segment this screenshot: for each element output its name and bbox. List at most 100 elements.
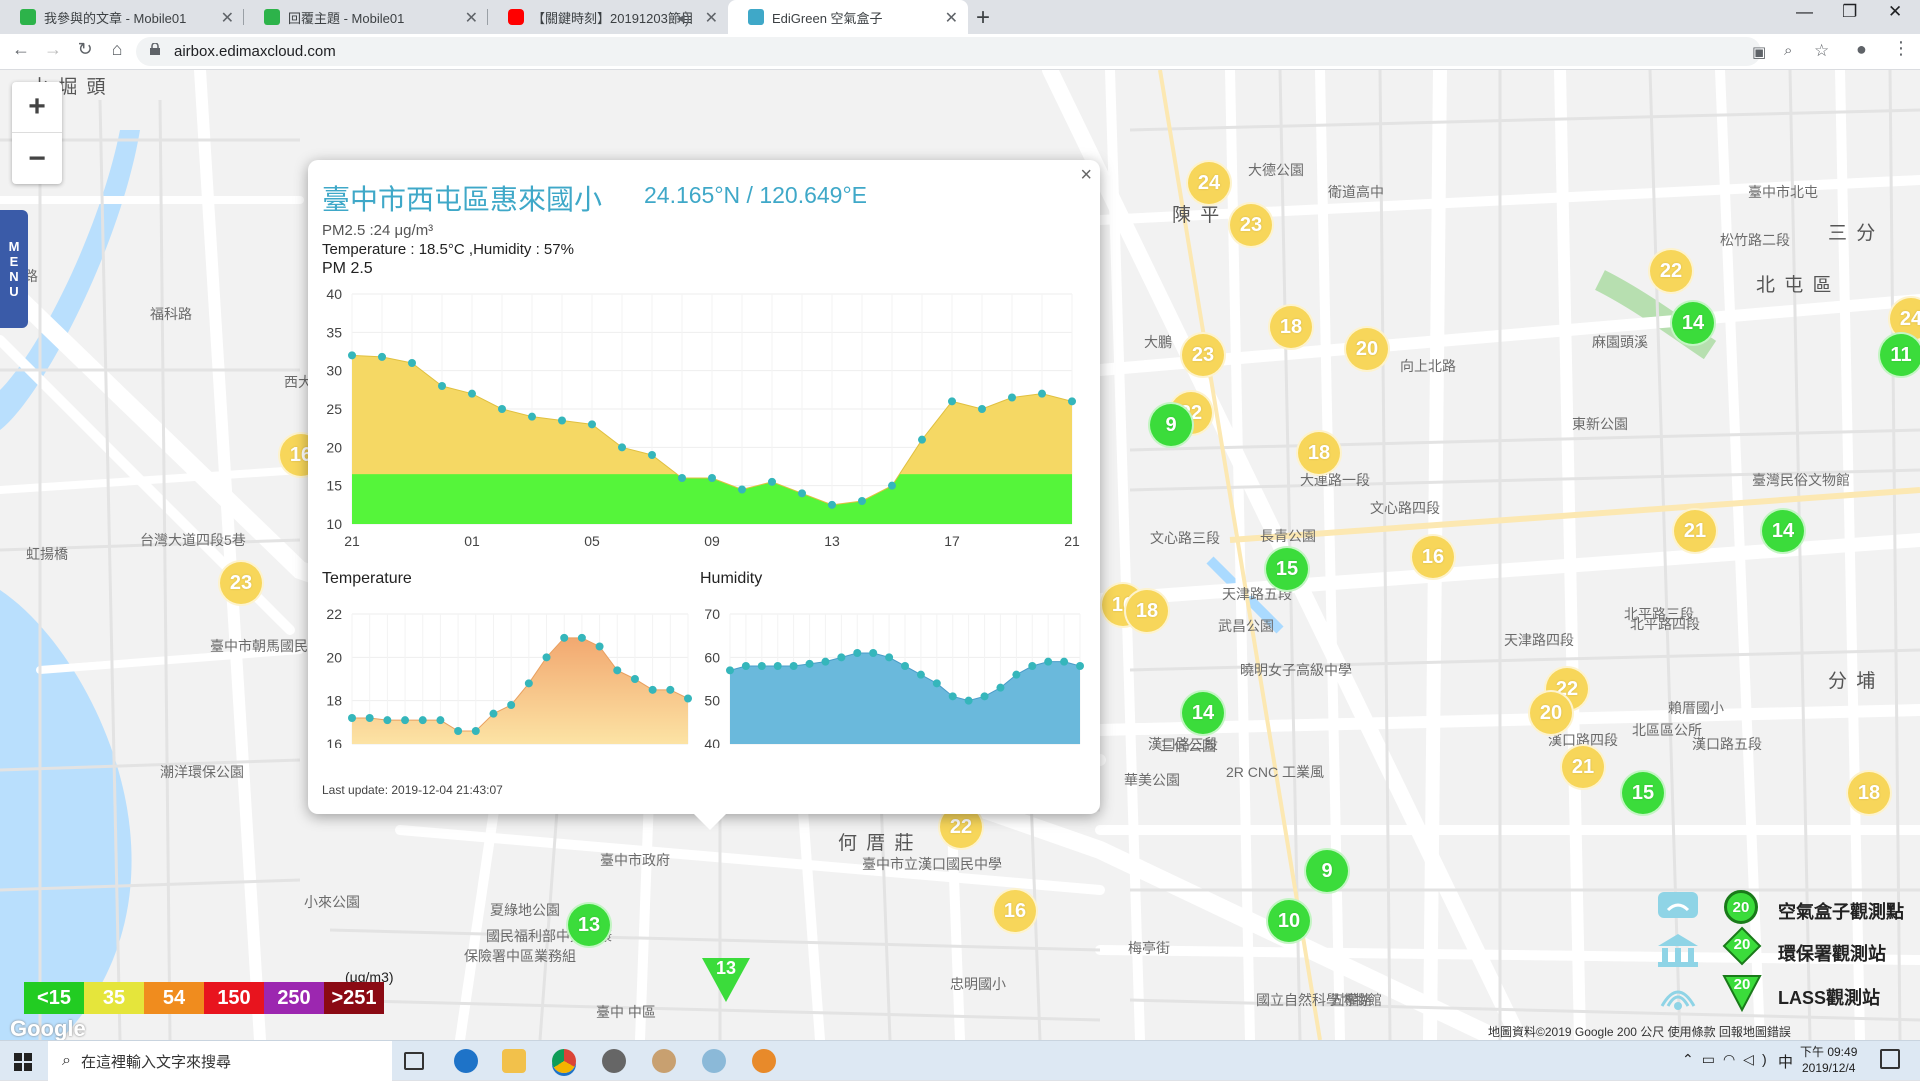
- tab-youtube[interactable]: 【關鍵時刻】20191203節目 ◂) ✕: [488, 0, 728, 34]
- tab-edigreen[interactable]: EdiGreen 空氣盒子 ✕: [728, 0, 968, 34]
- map-label: 五權路: [1330, 992, 1372, 1008]
- map-label: 華美公園: [1124, 772, 1180, 788]
- station-marker[interactable]: 18: [1296, 430, 1342, 476]
- restore-button[interactable]: ❐: [1842, 2, 1857, 22]
- zoom-out-button[interactable]: −: [12, 133, 62, 184]
- station-marker[interactable]: 20: [1344, 326, 1390, 372]
- app-icon[interactable]: [602, 1049, 626, 1073]
- data-point: [438, 382, 446, 390]
- translate-icon[interactable]: ▣: [1752, 43, 1766, 61]
- edge-icon[interactable]: [454, 1049, 478, 1073]
- tab-mobile01-reply[interactable]: 回覆主題 - Mobile01 ✕: [244, 0, 488, 34]
- data-point: [837, 653, 846, 662]
- x-tick-label: 01: [464, 533, 480, 549]
- close-popup-button[interactable]: ×: [1080, 164, 1092, 187]
- speaker-icon[interactable]: ◂): [677, 8, 690, 28]
- system-tray-icons[interactable]: ⌃▭◠◁): [1682, 1051, 1775, 1068]
- close-icon[interactable]: ✕: [705, 8, 718, 28]
- address-bar[interactable]: airbox.edimaxcloud.com ▣ ⌕ ☆: [136, 37, 1829, 66]
- notification-icon[interactable]: [1880, 1049, 1900, 1069]
- ime-indicator[interactable]: 中: [1778, 1051, 1793, 1072]
- data-point: [798, 489, 806, 498]
- menu-letter: E: [9, 254, 19, 269]
- y-tick-label: 70: [704, 606, 720, 622]
- close-icon[interactable]: ✕: [221, 8, 234, 28]
- y-tick-label: 35: [326, 324, 342, 340]
- taskbar-search[interactable]: ⌕ 在這裡輸入文字來搜尋: [48, 1041, 392, 1081]
- station-marker[interactable]: 14: [1180, 690, 1226, 736]
- close-icon[interactable]: ✕: [945, 8, 958, 28]
- blender-icon[interactable]: [752, 1049, 776, 1073]
- station-marker[interactable]: 23: [1180, 332, 1226, 378]
- chrome-icon[interactable]: [552, 1049, 576, 1073]
- y-tick-label: 25: [326, 401, 342, 417]
- task-view-icon[interactable]: [404, 1052, 424, 1070]
- menu-kebab-icon[interactable]: ⋮: [1892, 38, 1910, 59]
- map-label: 向上北路: [1400, 358, 1456, 374]
- station-marker[interactable]: 11: [1878, 332, 1920, 378]
- zoom-in-button[interactable]: +: [12, 82, 62, 133]
- map-label: 夏綠地公園: [490, 902, 560, 918]
- station-marker[interactable]: 23: [1228, 202, 1274, 248]
- station-marker[interactable]: 21: [1560, 744, 1606, 790]
- star-icon[interactable]: ☆: [1814, 41, 1829, 61]
- menu-letter: U: [9, 284, 19, 299]
- station-marker[interactable]: 9: [1304, 848, 1350, 894]
- back-button[interactable]: ←: [8, 39, 34, 60]
- station-marker[interactable]: 24: [1186, 160, 1232, 206]
- profile-icon[interactable]: ●: [1856, 39, 1867, 60]
- close-window-button[interactable]: ✕: [1888, 2, 1902, 22]
- station-marker[interactable]: 15: [1620, 770, 1666, 816]
- y-tick-label: 50: [704, 693, 720, 709]
- close-icon[interactable]: ✕: [465, 8, 478, 28]
- station-marker[interactable]: 13: [566, 902, 612, 948]
- clock[interactable]: 下午 09:49 2019/12/4: [1800, 1044, 1857, 1076]
- map-canvas[interactable]: 水 堀 頭陳 平大德公園 衛道高中 臺中市北屯三 分北 屯 區東新公園 麻園頭溪 臺灣民…: [0, 70, 1920, 1040]
- map-label: 文心路三段: [1150, 530, 1220, 546]
- station-marker[interactable]: 14: [1670, 300, 1716, 346]
- station-marker[interactable]: 18: [1846, 770, 1892, 816]
- data-point: [365, 714, 374, 722]
- forward-button[interactable]: →: [40, 39, 66, 60]
- station-popup: × 臺中市西屯區惠來國小 24.165°N / 120.649°E PM2.5 …: [308, 160, 1100, 830]
- map-label: 文心路四段: [1370, 500, 1440, 516]
- station-marker[interactable]: 16: [992, 888, 1038, 934]
- station-marker[interactable]: 20: [1528, 690, 1574, 736]
- station-marker[interactable]: 23: [218, 560, 264, 606]
- data-point: [348, 351, 356, 360]
- menu-button[interactable]: MENU: [0, 210, 28, 328]
- station-marker[interactable]: 21: [1672, 508, 1718, 554]
- reload-button[interactable]: ↻: [72, 39, 98, 60]
- station-marker[interactable]: 15: [1264, 546, 1310, 592]
- humidity-chart[interactable]: 40 50 60 70: [688, 598, 1088, 748]
- data-point: [678, 474, 686, 482]
- station-marker[interactable]: 22: [1648, 248, 1694, 294]
- app-icon[interactable]: [702, 1049, 726, 1073]
- pm25-chart[interactable]: 10 15 20 25 30 35 40 21 01 05 09 13 17 21: [308, 278, 1100, 578]
- zoom-icon[interactable]: ⌕: [1784, 42, 1792, 59]
- file-explorer-icon[interactable]: [502, 1049, 526, 1073]
- station-marker[interactable]: 18: [1124, 588, 1170, 634]
- map-attribution[interactable]: 地圖資料©2019 Google 200 公尺 使用條款 回報地圖錯誤: [1488, 1023, 1791, 1040]
- station-marker[interactable]: 14: [1760, 508, 1806, 554]
- data-point: [588, 420, 596, 429]
- new-tab-button[interactable]: +: [976, 4, 990, 32]
- data-point: [948, 692, 957, 701]
- humidity-chart-title: Humidity: [700, 570, 763, 587]
- windows-start-icon[interactable]: [14, 1053, 32, 1071]
- home-button[interactable]: ⌂: [104, 39, 130, 60]
- map-label: 漢口路五段: [1692, 736, 1762, 752]
- station-marker[interactable]: 16: [1410, 534, 1456, 580]
- tab-mobile01-articles[interactable]: 我參與的文章 - Mobile01 ✕: [0, 0, 244, 34]
- data-point: [996, 683, 1005, 692]
- station-marker[interactable]: 9: [1148, 402, 1194, 448]
- data-point: [1068, 397, 1076, 406]
- app-icon[interactable]: [652, 1049, 676, 1073]
- data-point: [1076, 662, 1084, 670]
- station-marker[interactable]: 10: [1266, 898, 1312, 944]
- url-text: airbox.edimaxcloud.com: [174, 43, 336, 60]
- station-marker[interactable]: 18: [1268, 304, 1314, 350]
- google-logo: Google: [10, 1016, 86, 1040]
- minimize-button[interactable]: —: [1796, 2, 1813, 22]
- temperature-chart[interactable]: 16 18 20 22: [308, 598, 698, 748]
